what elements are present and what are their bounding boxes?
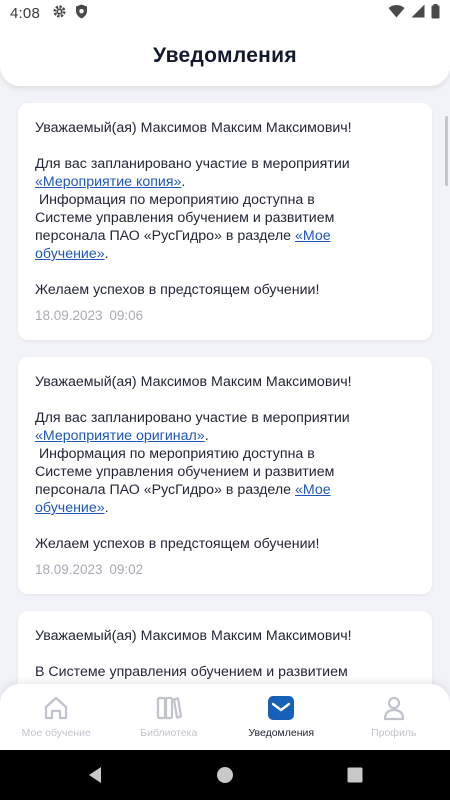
- punctuation: .: [181, 174, 186, 190]
- shield-icon: [75, 4, 88, 23]
- nav-item-library[interactable]: Библиотека: [113, 684, 226, 750]
- punctuation: .: [104, 246, 109, 262]
- app-header: Уведомления: [0, 26, 450, 86]
- my-learning-link[interactable]: обучение»: [35, 500, 105, 516]
- notification-date: 18.09.2023 09:06: [35, 308, 144, 323]
- notification-text: В Системе управления обучением и развити…: [35, 664, 348, 680]
- notification-text: персонала ПАО «РусГидро» в разделе: [35, 228, 295, 244]
- system-nav-bar: [0, 750, 450, 800]
- notification-text: Информация по мероприятию доступна в: [35, 446, 315, 462]
- notification-card[interactable]: Уважаемый(ая) Максимов Максим Максимович…: [18, 611, 432, 684]
- notification-text: Для вас запланировано участие в мероприя…: [35, 410, 350, 426]
- nav-item-my-learning[interactable]: Мое обучение: [0, 684, 113, 750]
- event-link[interactable]: «Мероприятие оригинал»: [35, 428, 205, 444]
- notification-date: 18.09.2023 09:02: [35, 562, 144, 577]
- library-icon: [155, 693, 183, 723]
- notification-text: Желаем успехов в предстоящем обучении!: [35, 282, 320, 298]
- my-learning-link[interactable]: «Мое: [295, 482, 331, 498]
- page-title: Уведомления: [153, 44, 297, 67]
- nav-label: Профиль: [371, 727, 417, 739]
- back-icon[interactable]: [30, 766, 160, 784]
- wifi-icon: [388, 4, 405, 22]
- punctuation: .: [104, 500, 109, 516]
- signal-icon: [411, 4, 425, 22]
- my-learning-link[interactable]: «Мое: [295, 228, 331, 244]
- nav-item-notifications[interactable]: Уведомления: [225, 684, 338, 750]
- status-bar: 4:08: [0, 0, 450, 26]
- notification-text: Информация по мероприятию доступна в: [35, 192, 315, 208]
- status-time: 4:08: [10, 4, 40, 22]
- notification-text: Системе управления обучением и развитием: [35, 210, 335, 226]
- notification-text: персонала ПАО «РусГидро» в разделе: [35, 482, 295, 498]
- recents-icon[interactable]: [290, 766, 420, 784]
- event-link[interactable]: «Мероприятие копия»: [35, 174, 181, 190]
- notification-greeting: Уважаемый(ая) Максимов Максим Максимович…: [35, 374, 352, 390]
- nav-label: Библиотека: [140, 727, 198, 739]
- mail-icon: [267, 693, 295, 723]
- notifications-list[interactable]: Уважаемый(ая) Максимов Максим Максимович…: [0, 86, 450, 684]
- notification-text: Желаем успехов в предстоящем обучении!: [35, 536, 320, 552]
- nav-item-profile[interactable]: Профиль: [338, 684, 450, 750]
- nav-label: Уведомления: [248, 727, 315, 739]
- notification-text: Системе управления обучением и развитием: [35, 464, 335, 480]
- gear-icon: [52, 4, 67, 23]
- notification-greeting: Уважаемый(ая) Максимов Максим Максимович…: [35, 628, 352, 644]
- bottom-nav: Мое обучение Библиотека Уведомления Проф…: [0, 684, 450, 750]
- profile-icon: [380, 693, 408, 723]
- punctuation: .: [204, 428, 209, 444]
- notification-greeting: Уважаемый(ая) Максимов Максим Максимович…: [35, 120, 352, 136]
- home-icon: [42, 693, 70, 723]
- battery-icon: [431, 3, 440, 23]
- notification-card[interactable]: Уважаемый(ая) Максимов Максим Максимович…: [18, 357, 432, 594]
- my-learning-link[interactable]: обучение»: [35, 246, 105, 262]
- home-circle-icon[interactable]: [160, 766, 290, 784]
- scrollbar[interactable]: [445, 116, 448, 186]
- nav-label: Мое обучение: [21, 727, 91, 739]
- notification-card[interactable]: Уважаемый(ая) Максимов Максим Максимович…: [18, 103, 432, 340]
- notification-text: Для вас запланировано участие в мероприя…: [35, 156, 350, 172]
